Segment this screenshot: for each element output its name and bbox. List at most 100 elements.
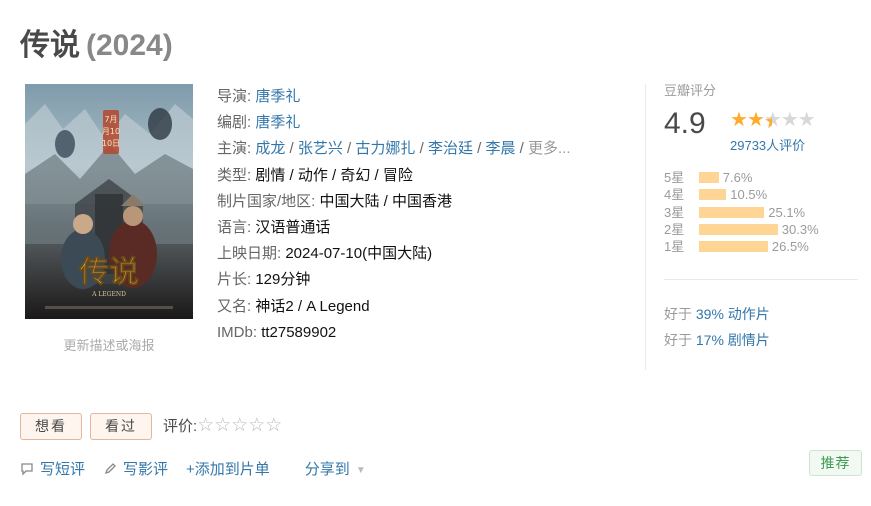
vertical-divider [645,84,646,370]
horizontal-divider [664,279,858,280]
country-label: 制片国家/地区: [217,192,316,210]
aka-label: 又名: [217,297,252,315]
score-row: 4.9 ★★★★★★ 29733人评价 [664,107,860,155]
cast-label: 主演: [217,140,252,158]
chevron-down-icon: ▼ [355,465,366,476]
write-short-review-label: 写短评 [40,461,86,478]
write-review-label: 写影评 [123,461,169,478]
director-link[interactable]: 唐季礼 [255,88,300,105]
rate-label: 评价: [163,418,198,435]
rating-level-label: 4星 [664,187,685,203]
recommend-button[interactable]: 推荐 [809,450,862,476]
cast-link[interactable]: 成龙 [255,140,285,157]
country-row: 制片国家/地区: 中国大陆 / 中国香港 [217,189,617,215]
speech-bubble-icon [21,463,33,476]
rating-bar-row: 5星 7.6% [664,169,860,186]
release-value: 2024-07-10(中国大陆) [285,245,433,263]
want-to-watch-button[interactable]: 想看 [20,413,82,440]
cast-link[interactable]: 李治廷 [428,140,473,157]
rating-percent: 7.6% [722,170,753,185]
writer-link[interactable]: 唐季礼 [255,114,300,131]
share-label: 分享到 [304,461,350,478]
action-bar: 想看 看过 评价:☆☆☆☆☆ [20,413,282,440]
rate-stars-input[interactable]: ☆☆☆☆☆ [197,413,282,439]
runtime-value: 129分钟 [255,271,311,289]
rating-level-label: 1星 [664,239,685,255]
cast-link[interactable]: 张艺兴 [298,140,343,157]
rating-panel: 豆瓣评分 4.9 ★★★★★★ 29733人评价 5星7.6%4星10.5%3星… [664,80,860,255]
movie-poster[interactable]: 7月 月10 10日 传说 A LEGEND [25,84,193,319]
language-row: 语言: 汉语普通话 [217,215,617,241]
rating-percent: 10.5% [730,187,768,203]
write-short-review-link[interactable]: 写短评 [20,458,85,479]
cast-more-link[interactable]: 更多... [528,140,571,157]
rating-bar-row: 2星 30.3% [664,221,860,238]
rating-bar-row: 3星 25.1% [664,204,860,221]
better-than-row: 好于 39% 动作片 [664,301,770,327]
review-links: 写短评 写影评 +添加到片单 分享到 ▼ [20,458,384,479]
star-icon: ★ [730,109,748,131]
cast-link[interactable]: 李晨 [485,140,515,157]
rating-level-label: 2星 [664,221,685,237]
rating-bar [699,223,778,235]
cast-row: 主演: 成龙 / 张艺兴 / 古力娜扎 / 李治廷 / 李晨 / 更多... [217,140,571,158]
watched-button[interactable]: 看过 [90,413,152,440]
rating-bar-row: 1星 26.5% [664,238,860,255]
imdb-value: tt27589902 [261,323,337,341]
better-than-row: 好于 17% 剧情片 [664,327,770,353]
imdb-row: IMDb: tt27589902 [217,320,617,346]
page-title: 传说 (2024) [20,20,173,64]
rating-level-label: 3星 [664,204,685,220]
imdb-label: IMDb: [217,323,258,341]
pencil-icon [104,463,116,475]
release-label: 上映日期: [217,245,282,263]
rating-percent: 30.3% [781,221,819,237]
poster-date-3: 10日 [102,139,120,148]
rating-percent: 26.5% [771,239,809,255]
aka-value: 神话2 / A Legend [255,297,370,315]
better-than-prefix: 好于 [664,306,692,322]
movie-title: 传说 [20,29,80,62]
rating-count-link[interactable]: 29733人评价 [730,135,805,154]
star-icon: ★ [780,109,799,131]
poster-title-art: 传说 [78,255,139,290]
better-than-link[interactable]: 39% 动作片 [696,306,770,322]
language-label: 语言: [217,219,252,237]
rating-bar [699,241,768,253]
genre-value: 剧情 / 动作 / 奇幻 / 冒险 [255,166,413,184]
rating-bar [699,189,727,201]
poster-date-1: 7月 [104,115,117,124]
poster-subtitle-art: A LEGEND [91,291,126,298]
update-poster-link[interactable]: 更新描述或海报 [25,335,193,354]
rating-label: 豆瓣评分 [664,83,717,98]
add-to-list-link[interactable]: +添加到片单 [186,458,270,479]
cast-link[interactable]: 古力娜扎 [355,140,415,157]
aka-row: 又名: 神话2 / A Legend [217,294,617,320]
rating-level-label: 5星 [664,170,685,185]
rating-distribution: 5星 7.6% 4星 10.5% 3星 25.1% 2星 30.3% 1星 26.5% [664,169,860,255]
star-icon: ★★ [764,109,782,134]
writer-label: 编剧: [217,114,252,132]
rating-bar-row: 4星 10.5% [664,186,860,203]
better-than-section: 好于 39% 动作片 好于 17% 剧情片 [664,301,770,353]
poster-art: 7月 月10 10日 传说 A LEGEND [25,84,193,319]
better-than-link[interactable]: 17% 剧情片 [696,332,770,348]
movie-info: 导演: 唐季礼 编剧: 唐季礼 主演: 成龙 / 张艺兴 / 古力娜扎 / 李治… [217,84,617,346]
movie-year: (2024) [86,29,173,62]
star-half-fill: ★ [764,109,772,134]
rating-stars: ★★★★★★ [730,107,816,134]
write-review-link[interactable]: 写影评 [103,458,168,479]
release-row: 上映日期: 2024-07-10(中国大陆) [217,241,617,267]
genre-label: 类型: [217,166,252,184]
rating-bar [699,172,719,183]
star-icon: ★ [797,109,816,131]
rating-percent: 25.1% [768,204,806,220]
poster-date-2: 月10 [102,127,120,136]
writer-row: 编剧: 唐季礼 [217,110,617,136]
star-icon: ★ [746,109,765,131]
share-dropdown[interactable]: 分享到 ▼ [305,458,366,479]
genre-row: 类型: 剧情 / 动作 / 奇幻 / 冒险 [217,163,617,189]
director-row: 导演: 唐季礼 [217,84,617,110]
language-value: 汉语普通话 [255,219,331,237]
better-than-prefix: 好于 [664,332,692,348]
